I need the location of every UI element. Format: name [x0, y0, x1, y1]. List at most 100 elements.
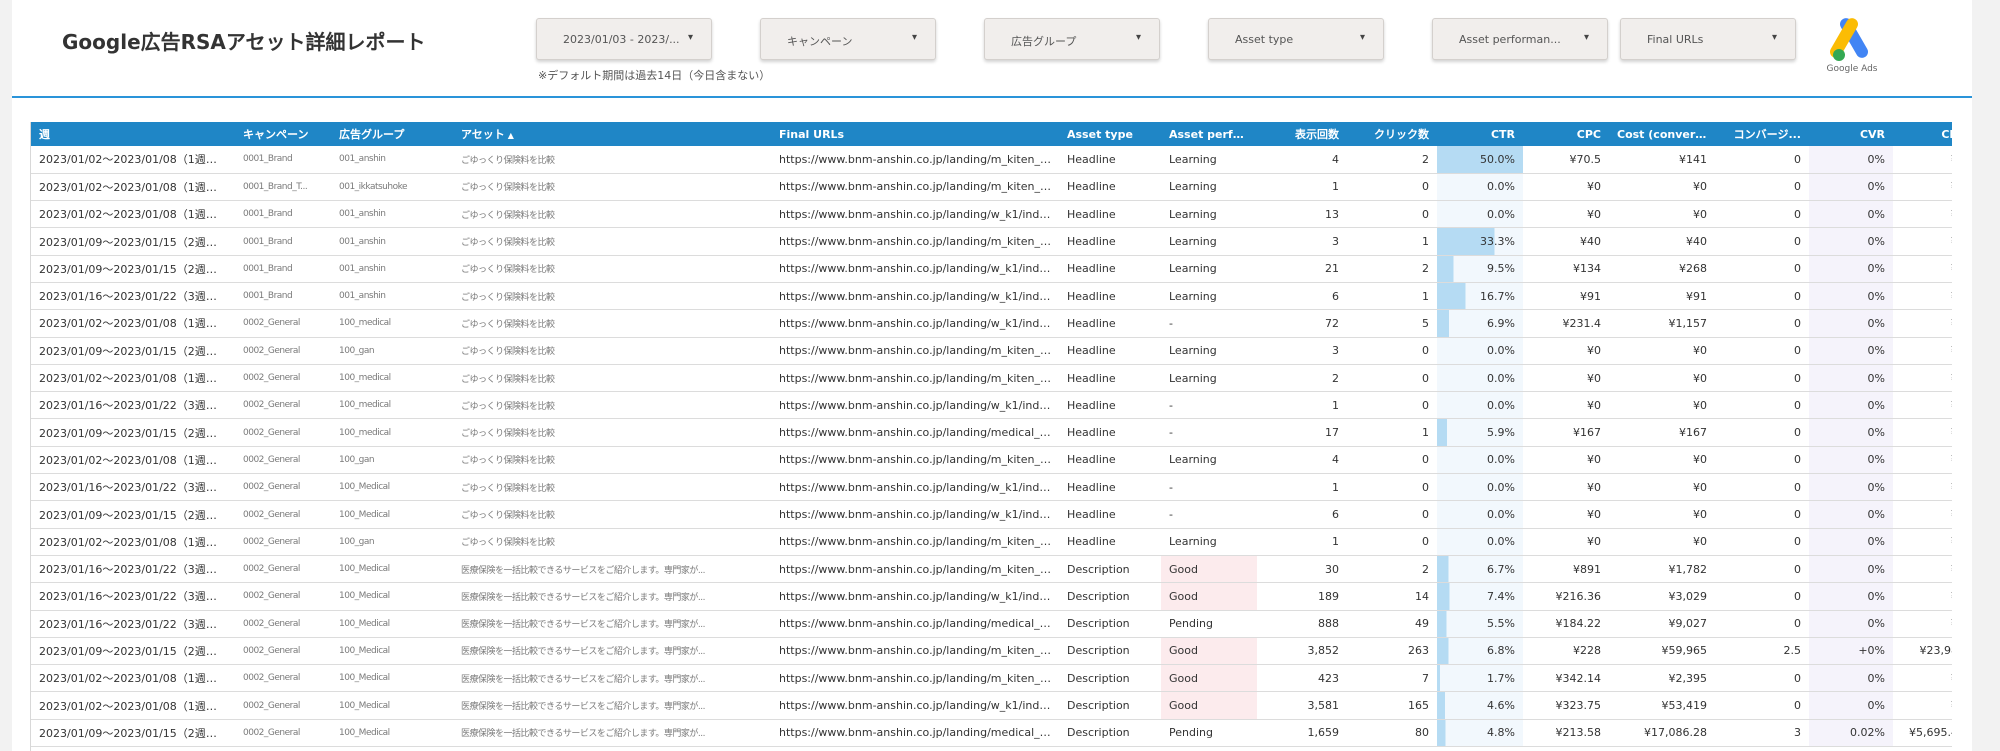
cpc-cell: ¥0 — [1523, 364, 1609, 393]
column-header-cvr[interactable]: CVR — [1809, 122, 1893, 146]
table-row[interactable]: 2023/01/02～2023/01/08（1週目） 0002_General 10… — [31, 364, 1952, 393]
asset-performance-filter[interactable]: Asset performan... ▾ — [1432, 18, 1608, 60]
adgroup-cell: 001_anshin — [331, 146, 453, 174]
sort-ascending-icon: ▲ — [507, 131, 514, 140]
asset-performance-cell: Learning — [1161, 337, 1257, 365]
table-row[interactable]: 2023/01/16～2023/01/22（3週目） 0002_General 10… — [31, 555, 1952, 584]
cvr-cell: 0% — [1809, 391, 1893, 420]
table-row[interactable]: 2023/01/09～2023/01/15（2週目） 0001_Brand 001_… — [31, 227, 1952, 256]
week-cell: 2023/01/02～2023/01/08（1週目） — [31, 309, 235, 338]
asset-type-filter[interactable]: Asset type ▾ — [1208, 18, 1384, 60]
clicks-cell: 1 — [1347, 227, 1437, 256]
adgroup-cell: 100_medical — [331, 364, 453, 393]
column-header-cost[interactable]: Cost (converte... — [1609, 122, 1715, 146]
adgroup-cell: 001_anshin — [331, 255, 453, 283]
impressions-cell: 1 — [1257, 391, 1347, 420]
final-url-cell: https://www.bnm-anshin.co.jp/landing/w_k… — [771, 582, 1059, 611]
table-row[interactable]: 2023/01/16～2023/01/22（3週目） 0002_General 10… — [31, 582, 1952, 611]
table-row[interactable]: 2023/01/02～2023/01/08（1週目） 0002_General 10… — [31, 664, 1952, 693]
table-row[interactable]: 2023/01/16～2023/01/22（3週目） 0002_General 10… — [31, 391, 1952, 420]
asset-cell: 医療保険を一括比較できるサービスをご紹介します。専門家が... — [453, 555, 771, 584]
table-row[interactable]: 2023/01/02～2023/01/08（1週目） 0001_Brand_T..… — [31, 173, 1952, 202]
table-row[interactable]: 2023/01/16～2023/01/22（3週目） 0002_General 10… — [31, 473, 1952, 502]
cpc-cell: ¥91 — [1523, 282, 1609, 311]
final-url-cell: https://www.bnm-anshin.co.jp/landing/m_k… — [771, 664, 1059, 693]
table-row[interactable]: 2023/01/09～2023/01/15（2週目） 0002_General 10… — [31, 418, 1952, 447]
column-header-asset-type[interactable]: Asset type — [1059, 122, 1161, 146]
week-cell: 2023/01/16～2023/01/22（3週目） — [31, 282, 235, 311]
cost-cell: ¥2,395 — [1609, 664, 1715, 693]
asset-cell: 医療保険を一括比較できるサービスをご紹介します。専門家が... — [453, 719, 771, 748]
date-range-filter[interactable]: 2023/01/03 - 2023/... ▾ — [536, 18, 712, 60]
cpa-cell: ¥0 — [1893, 146, 1952, 174]
final-url-cell: https://www.bnm-anshin.co.jp/landing/m_k… — [771, 528, 1059, 556]
table-row[interactable]: 2023/01/02～2023/01/08（1週目） 0001_Brand 001_… — [31, 200, 1952, 229]
column-header-campaign[interactable]: キャンペーン — [235, 122, 331, 146]
column-header-conversions[interactable]: コンバージ... — [1715, 122, 1809, 146]
column-header-asset[interactable]: アセット ▲ — [453, 122, 771, 146]
table-row[interactable]: 2023/01/09～2023/01/15（2週目） 0002_General 10… — [31, 637, 1952, 666]
table-row[interactable]: 2023/01/09～2023/01/15（2週目） 0002_General 10… — [31, 500, 1952, 529]
column-header-week[interactable]: 週 — [31, 122, 235, 146]
ctr-cell: 0.0% — [1437, 200, 1523, 229]
ctr-cell: 7.4% — [1437, 582, 1523, 611]
google-ads-logo: Google Ads — [1820, 16, 1884, 78]
table-row[interactable]: 2023/01/02～2023/01/08（1週目） 0002_General 10… — [31, 446, 1952, 475]
asset-performance-cell: Good — [1161, 637, 1257, 666]
adgroup-filter[interactable]: 広告グループ ▾ — [984, 18, 1160, 60]
conversions-cell: 0 — [1715, 691, 1809, 720]
cpa-cell: ¥0 — [1893, 173, 1952, 202]
asset-type-cell: Headline — [1059, 200, 1161, 229]
column-header-adgroup[interactable]: 広告グループ — [331, 122, 453, 146]
cpc-cell: ¥213.58 — [1523, 719, 1609, 748]
asset-performance-cell: - — [1161, 309, 1257, 338]
campaign-cell: 0002_General — [235, 637, 331, 666]
week-cell: 2023/01/02～2023/01/08（1週目） — [31, 364, 235, 393]
cpa-cell: ¥0 — [1893, 528, 1952, 556]
table-row[interactable]: 2023/01/16～2023/01/22（3週目） 0001_Brand 001_… — [31, 282, 1952, 311]
column-header-cpc[interactable]: CPC — [1523, 122, 1609, 146]
cost-cell: ¥59,965 — [1609, 637, 1715, 666]
cvr-cell: 0% — [1809, 528, 1893, 556]
asset-type-cell: Headline — [1059, 309, 1161, 338]
cpc-cell: ¥323.75 — [1523, 691, 1609, 720]
column-header-final-urls[interactable]: Final URLs — [771, 122, 1059, 146]
conversions-cell: 0 — [1715, 473, 1809, 502]
table-row[interactable]: 2023/01/16～2023/01/22（3週目） 0002_General 10… — [31, 610, 1952, 638]
table-row[interactable]: 2023/01/09～2023/01/15（2週目） 0002_General 10… — [31, 719, 1952, 748]
column-header-label: Asset type — [1067, 127, 1133, 141]
clicks-cell: 0 — [1347, 364, 1437, 393]
cvr-cell: 0% — [1809, 473, 1893, 502]
impressions-cell: 6 — [1257, 500, 1347, 529]
table-row[interactable]: 2023/01/02～2023/01/08（1週目） 0002_General 10… — [31, 528, 1952, 556]
impressions-cell: 1 — [1257, 173, 1347, 202]
column-header-asset-performance[interactable]: Asset perfor... — [1161, 122, 1257, 146]
week-cell: 2023/01/09～2023/01/15（2週目） — [31, 227, 235, 256]
table-row[interactable]: 2023/01/09～2023/01/15（2週目） 0001_Brand 001_… — [31, 255, 1952, 283]
campaign-filter-label: キャンペーン — [787, 35, 853, 48]
campaign-filter[interactable]: キャンペーン ▾ — [760, 18, 936, 60]
clicks-cell: 5 — [1347, 309, 1437, 338]
asset-cell: ごゆっくり保険料を比較 — [453, 337, 771, 365]
cpa-cell: ¥0 — [1893, 691, 1952, 720]
table-row[interactable]: 2023/01/02～2023/01/08（1週目） 0002_General 10… — [31, 309, 1952, 338]
adgroup-cell: 100_Medical — [331, 637, 453, 666]
column-header-ctr[interactable]: CTR — [1437, 122, 1523, 146]
column-header-cpa[interactable]: CPA — [1893, 122, 1952, 146]
table-row[interactable]: 2023/01/02～2023/01/08（1週目） 0002_General 10… — [31, 691, 1952, 720]
ctr-cell: 0.0% — [1437, 391, 1523, 420]
asset-performance-cell: - — [1161, 391, 1257, 420]
campaign-cell: 0002_General — [235, 446, 331, 475]
impressions-cell: 1 — [1257, 473, 1347, 502]
column-header-label: 週 — [39, 128, 50, 141]
cpc-cell: ¥184.22 — [1523, 610, 1609, 638]
conversions-cell: 0 — [1715, 255, 1809, 283]
column-header-clicks[interactable]: クリック数 — [1347, 122, 1437, 146]
table-row[interactable]: 2023/01/09～2023/01/15（2週目） 0002_General 10… — [31, 337, 1952, 365]
clicks-cell: 1 — [1347, 282, 1437, 311]
column-header-impressions[interactable]: 表示回数 — [1257, 122, 1347, 146]
asset-cell: ごゆっくり保険料を比較 — [453, 255, 771, 283]
table-row[interactable]: 2023/01/02～2023/01/08（1週目） 0001_Brand 001_… — [31, 146, 1952, 174]
conversions-cell: 0 — [1715, 500, 1809, 529]
final-urls-filter[interactable]: Final URLs ▾ — [1620, 18, 1796, 60]
